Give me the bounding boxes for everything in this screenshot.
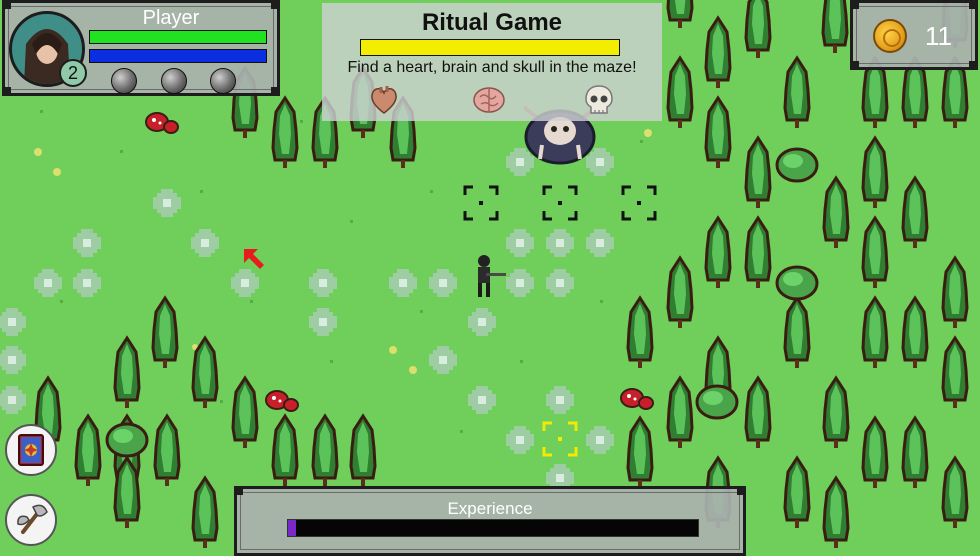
coin-count: 11 — [925, 21, 952, 51]
quest-progress-bar — [360, 39, 620, 56]
mana-bar-fill — [90, 50, 266, 62]
heart-icon — [371, 86, 397, 114]
ability-orb-3[interactable] — [210, 68, 236, 94]
spellbook-button[interactable] — [5, 424, 57, 476]
health-bar — [89, 30, 267, 44]
currency-panel: 11 — [850, 0, 978, 70]
experience-bar — [287, 519, 699, 537]
brain-icon — [473, 87, 505, 113]
coin-icon — [873, 19, 907, 53]
quest-title: Ritual Game — [421, 9, 563, 36]
experience-panel: Experience — [234, 486, 746, 556]
player-name: Player — [142, 7, 200, 29]
quest-panel: Ritual Game Find a heart, brain and skul… — [322, 3, 662, 121]
mana-bar — [89, 49, 267, 63]
ability-orb-1[interactable] — [111, 68, 137, 94]
player-status-panel: 2 Player — [2, 0, 280, 96]
experience-label: Experience — [447, 499, 533, 518]
quest-progress-fill — [361, 40, 619, 55]
direction-arrow-icon — [244, 249, 264, 269]
health-bar-fill — [90, 31, 266, 43]
axe-icon — [17, 504, 48, 534]
player-level-badge: 2 — [59, 59, 87, 87]
skull-icon — [585, 85, 613, 114]
quest-description: Find a heart, brain and skull in the maz… — [347, 59, 637, 76]
axe-button[interactable] — [5, 494, 57, 546]
spellbook-icon — [18, 434, 44, 466]
experience-bar-fill — [288, 520, 297, 536]
ability-orb-2[interactable] — [161, 68, 187, 94]
